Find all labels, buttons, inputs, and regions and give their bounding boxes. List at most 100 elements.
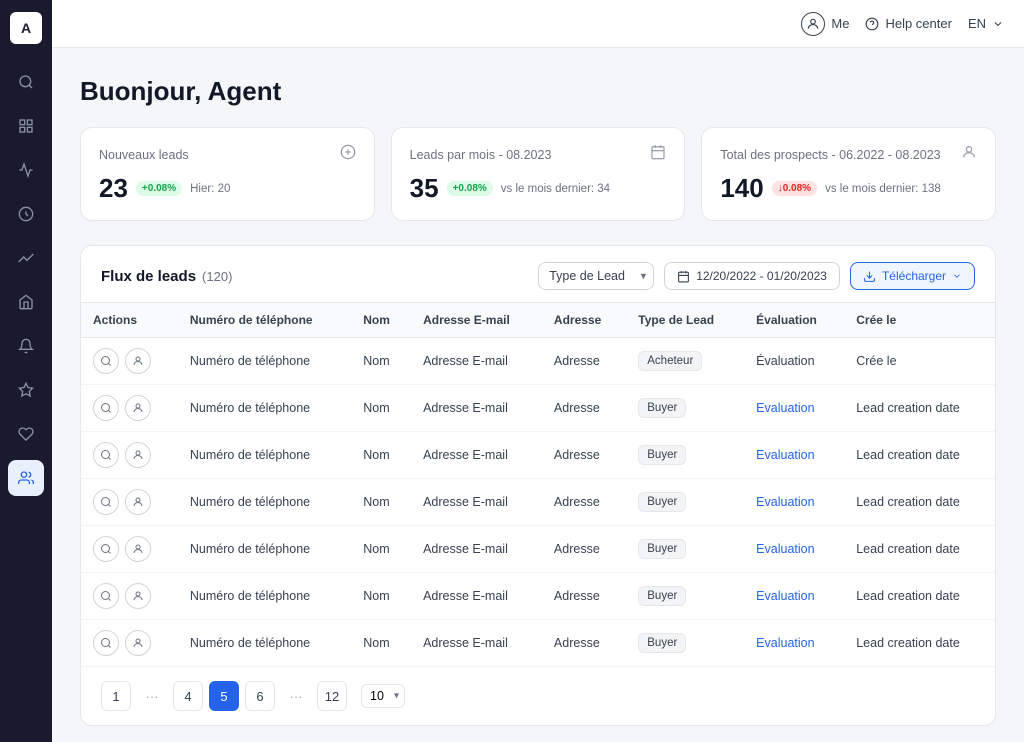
download-label: Télécharger xyxy=(882,269,946,283)
type-badge: Buyer xyxy=(638,398,686,418)
col-address: Adresse xyxy=(542,303,626,338)
cell-address: Adresse xyxy=(542,479,626,526)
cell-actions xyxy=(81,432,178,479)
topbar: Me Help center EN xyxy=(52,0,1024,48)
stat-icon-0 xyxy=(340,144,356,165)
table-count: (120) xyxy=(202,269,232,284)
date-range-picker[interactable]: 12/20/2022 - 01/20/2023 xyxy=(664,262,840,290)
stat-sub-2: vs le mois dernier: 138 xyxy=(825,183,941,195)
cell-email: Adresse E-mail xyxy=(411,385,542,432)
cell-phone: Numéro de téléphone xyxy=(178,620,351,667)
per-page-select[interactable]: 10 25 50 xyxy=(361,684,405,708)
page-btn-4[interactable]: 4 xyxy=(173,681,203,711)
evaluation-link[interactable]: Evaluation xyxy=(756,542,814,556)
table-row: Numéro de téléphoneNomAdresse E-mailAdre… xyxy=(81,620,995,667)
search-action-icon[interactable] xyxy=(93,442,119,468)
stat-value-1: 35 xyxy=(410,173,439,204)
sidebar-item-achievements[interactable] xyxy=(8,152,44,188)
search-action-icon[interactable] xyxy=(93,348,119,374)
evaluation-link[interactable]: Evaluation xyxy=(756,589,814,603)
type-badge: Buyer xyxy=(638,445,686,465)
user-label: Me xyxy=(831,16,849,31)
search-action-icon[interactable] xyxy=(93,583,119,609)
page-btn-6[interactable]: 6 xyxy=(245,681,275,711)
type-badge: Buyer xyxy=(638,539,686,559)
evaluation-link[interactable]: Evaluation xyxy=(756,401,814,415)
cell-created: Lead creation date xyxy=(844,573,995,620)
action-icons xyxy=(93,442,166,468)
profile-action-icon[interactable] xyxy=(125,442,151,468)
search-action-icon[interactable] xyxy=(93,630,119,656)
stat-card-new-leads: Nouveaux leads 23 +0.08% Hier: 20 xyxy=(80,127,375,221)
language-selector[interactable]: EN xyxy=(968,16,1004,31)
stat-label-1: Leads par mois - 08.2023 xyxy=(410,148,552,162)
chevron-down-icon xyxy=(992,18,1004,30)
profile-action-icon[interactable] xyxy=(125,536,151,562)
stat-icon-1 xyxy=(650,144,666,165)
cell-address: Adresse xyxy=(542,526,626,573)
search-action-icon[interactable] xyxy=(93,536,119,562)
stat-label-0: Nouveaux leads xyxy=(99,148,189,162)
sidebar-item-revenue[interactable] xyxy=(8,196,44,232)
evaluation-link[interactable]: Evaluation xyxy=(756,636,814,650)
stat-label-2: Total des prospects - 06.2022 - 08.2023 xyxy=(720,148,940,162)
cell-actions xyxy=(81,526,178,573)
calendar-icon xyxy=(677,270,690,283)
action-icons xyxy=(93,583,166,609)
profile-action-icon[interactable] xyxy=(125,583,151,609)
table-row: Numéro de téléphoneNomAdresse E-mailAdre… xyxy=(81,479,995,526)
table-row: Numéro de téléphoneNomAdresse E-mailAdre… xyxy=(81,338,995,385)
cell-email: Adresse E-mail xyxy=(411,432,542,479)
cell-type: Buyer xyxy=(626,479,744,526)
type-badge: Buyer xyxy=(638,492,686,512)
page-dots-1: ··· xyxy=(137,681,167,711)
sidebar-item-contacts[interactable] xyxy=(8,460,44,496)
profile-action-icon[interactable] xyxy=(125,630,151,656)
sidebar-item-notifications[interactable] xyxy=(8,328,44,364)
cell-name: Nom xyxy=(351,338,411,385)
stat-value-2: 140 xyxy=(720,173,763,204)
page-btn-12[interactable]: 12 xyxy=(317,681,347,711)
help-center-link[interactable]: Help center xyxy=(865,16,951,31)
profile-action-icon[interactable] xyxy=(125,395,151,421)
type-badge: Buyer xyxy=(638,586,686,606)
evaluation-link[interactable]: Evaluation xyxy=(756,448,814,462)
sidebar-item-favorites[interactable] xyxy=(8,372,44,408)
cell-name: Nom xyxy=(351,432,411,479)
sidebar-item-dashboard[interactable] xyxy=(8,108,44,144)
page-btn-1[interactable]: 1 xyxy=(101,681,131,711)
profile-action-icon[interactable] xyxy=(125,489,151,515)
cell-name: Nom xyxy=(351,479,411,526)
page-btn-5[interactable]: 5 xyxy=(209,681,239,711)
table-header-row: Actions Numéro de téléphone Nom Adresse … xyxy=(81,303,995,338)
action-icons xyxy=(93,395,166,421)
action-icons xyxy=(93,630,166,656)
search-action-icon[interactable] xyxy=(93,489,119,515)
download-button[interactable]: Télécharger xyxy=(850,262,975,290)
stat-value-0: 23 xyxy=(99,173,128,204)
cell-evaluation: Évaluation xyxy=(744,338,844,385)
page-title: Buonjour, Agent xyxy=(80,76,996,107)
per-page-wrapper: 10 25 50 xyxy=(353,684,405,708)
table-title-area: Flux de leads (120) xyxy=(101,268,232,285)
sidebar-logo[interactable]: A xyxy=(10,12,42,44)
sidebar-item-properties[interactable] xyxy=(8,284,44,320)
cell-type: Buyer xyxy=(626,526,744,573)
main-content: Buonjour, Agent Nouveaux leads 23 +0.08%… xyxy=(52,48,1024,742)
evaluation-link[interactable]: Evaluation xyxy=(756,495,814,509)
stat-sub-1: vs le mois dernier: 34 xyxy=(501,183,610,195)
type-badge: Acheteur xyxy=(638,351,702,371)
lead-type-filter[interactable]: Type de Lead xyxy=(538,262,654,290)
user-menu[interactable]: Me xyxy=(801,12,849,36)
search-action-icon[interactable] xyxy=(93,395,119,421)
cell-email: Adresse E-mail xyxy=(411,573,542,620)
sidebar-item-search[interactable] xyxy=(8,64,44,100)
col-actions: Actions xyxy=(81,303,178,338)
cell-type: Buyer xyxy=(626,573,744,620)
col-lead-type: Type de Lead xyxy=(626,303,744,338)
sidebar-item-partners[interactable] xyxy=(8,416,44,452)
chevron-down-icon xyxy=(952,271,962,281)
profile-action-icon[interactable] xyxy=(125,348,151,374)
action-icons xyxy=(93,536,166,562)
sidebar-item-analytics[interactable] xyxy=(8,240,44,276)
